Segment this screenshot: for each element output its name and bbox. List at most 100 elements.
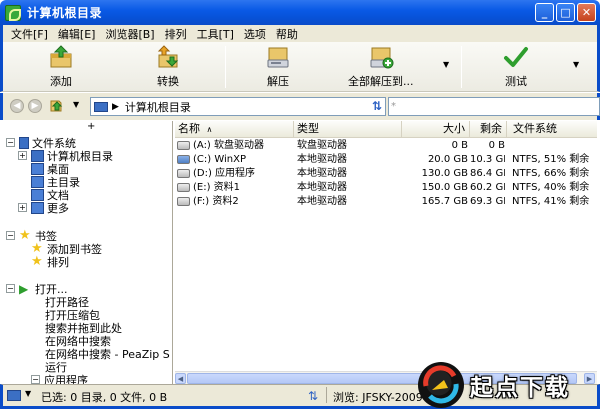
add-button[interactable]: 添加 — [48, 44, 74, 89]
refresh-icon[interactable]: ⇅ — [372, 99, 382, 113]
menu-help[interactable]: 帮助 — [271, 26, 303, 42]
collapse-icon[interactable]: − — [6, 284, 15, 293]
drive-type: 本地驱动器 — [297, 154, 347, 165]
extract-all-dropdown-icon[interactable]: ▼ — [443, 60, 449, 69]
hard-drive-icon — [177, 154, 190, 164]
status-divider — [326, 387, 327, 403]
table-row[interactable]: (C:) WinXP 本地驱动器 20.0 GB 10.3 GB NTFS, 5… — [175, 153, 597, 167]
expand-icon[interactable]: + — [18, 203, 27, 212]
watermark: 起点下载 — [418, 360, 600, 409]
peazip-app-icon[interactable] — [5, 4, 21, 21]
test-label: 测试 — [505, 75, 527, 88]
tree-item-more[interactable]: + 更多 — [18, 201, 69, 215]
address-field[interactable]: ▶ 计算机根目录 ⇅ — [90, 97, 386, 116]
tree-label: 更多 — [47, 201, 69, 215]
up-level-icon[interactable] — [49, 98, 65, 114]
status-arrow-icon: ▼ — [25, 389, 32, 398]
drive-free: 0 B — [488, 140, 505, 151]
drive-free: 69.3 GB — [470, 196, 505, 207]
drive-size: 130.0 GB — [421, 168, 468, 179]
file-list: 名称 ∧ 类型 大小 剩余 文件系统 (A:) 软盘驱动器 软盘驱动器 0 B … — [175, 121, 597, 384]
tree-item-arrange[interactable]: ★ 排列 — [31, 253, 69, 269]
maximize-button[interactable]: □ — [556, 3, 575, 22]
collapse-icon[interactable]: − — [6, 231, 15, 240]
column-size[interactable]: 大小 — [402, 121, 470, 137]
menu-arrange[interactable]: 排列 — [160, 26, 192, 42]
drive-free: 60.2 GB — [470, 182, 505, 193]
watermark-logo-icon — [418, 361, 464, 408]
extract-all-icon — [368, 44, 394, 70]
extract-all-button[interactable]: 全部解压到... — [348, 44, 414, 89]
drive-type: 本地驱动器 — [297, 168, 347, 179]
search-input[interactable]: * — [388, 97, 600, 116]
tree-item-apps[interactable]: − 应用程序 — [31, 373, 88, 384]
column-type[interactable]: 类型 — [294, 121, 402, 137]
drive-name: (D:) 应用程序 — [193, 168, 256, 179]
drive-size: 0 B — [451, 140, 468, 151]
collapse-icon[interactable]: − — [31, 375, 40, 384]
drive-size: 165.7 GB — [421, 196, 468, 207]
play-icon: ▶ — [19, 281, 29, 296]
address-bar: ◀ ▶ ▼ ▶ 计算机根目录 ⇅ * — [0, 93, 600, 120]
table-row[interactable]: (E:) 资料1 本地驱动器 150.0 GB 60.2 GB NTFS, 40… — [175, 181, 597, 195]
menu-tools[interactable]: 工具[T] — [192, 26, 239, 42]
filesystem-icon — [19, 136, 29, 149]
extract-label: 解压 — [267, 75, 289, 88]
address-path: 计算机根目录 — [124, 100, 191, 114]
table-row[interactable]: (D:) 应用程序 本地驱动器 130.0 GB 86.4 GB NTFS, 6… — [175, 167, 597, 181]
column-free[interactable]: 剩余 — [470, 121, 507, 137]
minimize-button[interactable]: _ — [535, 3, 554, 22]
column-name-label: 名称 — [178, 122, 200, 135]
home-folder-icon — [31, 175, 44, 188]
drive-name: (E:) 资料1 — [193, 182, 241, 193]
menu-edit[interactable]: 编辑[E] — [53, 26, 101, 42]
drive-name: (A:) 软盘驱动器 — [193, 140, 265, 151]
drive-size: 150.0 GB — [421, 182, 468, 193]
forward-icon[interactable]: ▶ — [28, 99, 42, 113]
close-button[interactable]: ✕ — [577, 3, 596, 22]
hard-drive-icon — [177, 182, 190, 192]
sync-icon[interactable]: ⇅ — [308, 389, 318, 403]
splitter-plus[interactable]: + — [87, 121, 95, 132]
column-name[interactable]: 名称 ∧ — [175, 121, 294, 137]
drive-name: (C:) WinXP — [193, 154, 246, 165]
computer-icon — [94, 101, 108, 112]
desktop-icon — [31, 162, 44, 175]
menu-options[interactable]: 选项 — [239, 26, 271, 42]
arrange-icon: ★ — [31, 253, 43, 269]
path-separator-icon: ▶ — [112, 101, 119, 112]
drive-filesystem — [512, 139, 597, 153]
drive-free: 10.3 GB — [470, 154, 505, 165]
checkmark-icon — [503, 44, 529, 70]
table-row[interactable]: (F:) 资料2 本地驱动器 165.7 GB 69.3 GB NTFS, 41… — [175, 195, 597, 209]
history-dropdown-icon[interactable]: ▼ — [73, 100, 79, 109]
watermark-text: 起点下载 — [470, 374, 570, 401]
column-filesystem[interactable]: 文件系统 — [507, 121, 597, 137]
menu-file[interactable]: 文件[F] — [6, 26, 53, 42]
drive-filesystem: NTFS, 66% 剩余 — [512, 168, 590, 179]
selection-status: 已选: 0 目录, 0 文件, 0 B — [41, 391, 168, 404]
menu-bar: 文件[F] 编辑[E] 浏览器[B] 排列 工具[T] 选项 帮助 — [0, 25, 600, 42]
expand-icon[interactable]: + — [18, 151, 27, 160]
extract-all-label: 全部解压到... — [348, 75, 414, 88]
window-title: 计算机根目录 — [27, 6, 103, 20]
back-icon[interactable]: ◀ — [10, 99, 24, 113]
star-icon: ★ — [19, 227, 31, 243]
test-button[interactable]: 测试 — [503, 44, 529, 89]
test-dropdown-icon[interactable]: ▼ — [573, 60, 579, 69]
title-bar: 计算机根目录 _ □ ✕ — [0, 0, 600, 25]
scroll-left-icon[interactable]: ◀ — [175, 373, 186, 384]
table-row[interactable]: (A:) 软盘驱动器 软盘驱动器 0 B 0 B — [175, 139, 597, 153]
menu-browser[interactable]: 浏览器[B] — [100, 26, 159, 42]
documents-icon — [31, 188, 44, 201]
window-controls: _ □ ✕ — [535, 3, 596, 22]
navigation-tree: + − 文件系统 + 计算机根目录 桌面 主目录 文档 + 更多 − ★ 书签 … — [3, 121, 173, 384]
tree-label: 排列 — [47, 255, 69, 269]
drive-type: 本地驱动器 — [297, 182, 347, 193]
convert-button[interactable]: 转换 — [155, 44, 181, 89]
computer-icon — [31, 149, 44, 162]
collapse-icon[interactable]: − — [6, 138, 15, 147]
toolbar-separator — [225, 46, 226, 88]
extract-button[interactable]: 解压 — [265, 44, 291, 89]
convert-icon — [155, 44, 181, 70]
